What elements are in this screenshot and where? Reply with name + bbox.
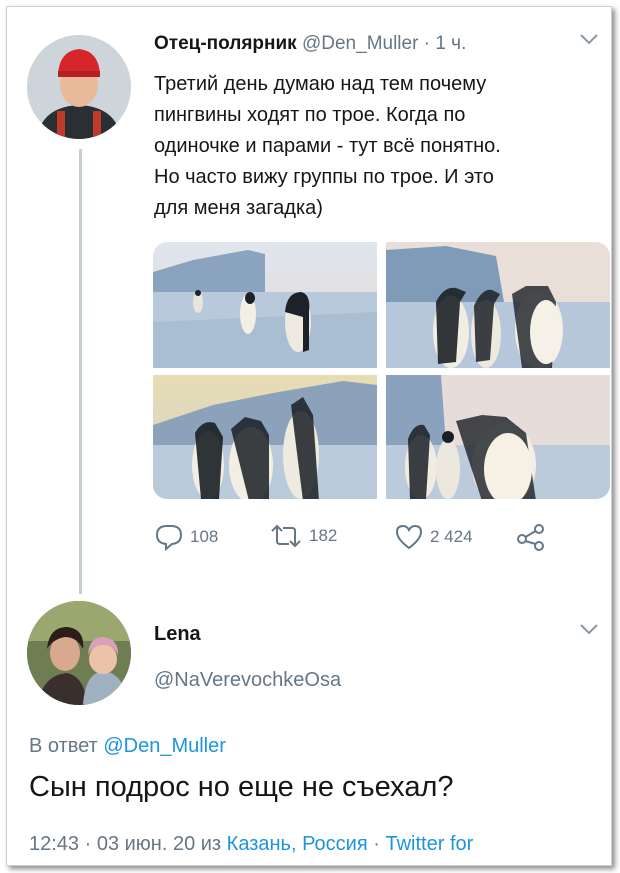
heart-icon[interactable]	[394, 523, 424, 551]
replying-to: В ответ @Den_Muller	[29, 735, 226, 758]
reply-to-link[interactable]: @Den_Muller	[103, 735, 226, 757]
photo-grid	[153, 242, 610, 499]
location-link[interactable]: Казань, Россия	[227, 833, 368, 855]
like-count: 2 424	[430, 527, 473, 546]
author-handle[interactable]: @Den_Muller	[302, 33, 418, 54]
photo-3[interactable]	[153, 375, 377, 499]
reply-timestamp[interactable]: 12:43 · 03 июн. 20 из	[29, 833, 221, 855]
like-action[interactable]: 2 424	[394, 523, 473, 551]
tweet-header: Отец-полярник @Den_Muller · 1 ч.	[154, 33, 466, 55]
thread-line	[79, 149, 82, 594]
reply-author-handle[interactable]: @NaVerevochkeOsa	[154, 669, 341, 692]
retweet-icon[interactable]	[269, 523, 303, 549]
tweet-time[interactable]: · 1 ч.	[424, 33, 467, 54]
reply-text: Сын подрос но еще не съехал?	[29, 771, 454, 803]
meta-separator: ·	[373, 833, 380, 855]
photo-2[interactable]	[386, 242, 610, 368]
share-icon[interactable]	[516, 523, 546, 551]
tweet-text: Третий день думаю над тем почему пингвин…	[154, 73, 501, 219]
reply-prefix: В ответ	[29, 735, 98, 757]
reply-count: 108	[190, 527, 219, 546]
author-name[interactable]: Отец-полярник	[154, 33, 297, 54]
reply-author-name[interactable]: Lena	[154, 623, 201, 646]
author-avatar[interactable]	[27, 35, 131, 139]
tweet-actions: 108 182 2 424	[154, 523, 574, 553]
client-link[interactable]: Twitter for	[385, 833, 473, 855]
reply-author-avatar[interactable]	[27, 601, 131, 705]
photo-1[interactable]	[153, 242, 377, 368]
reply-action[interactable]: 108	[154, 523, 218, 551]
comment-icon[interactable]	[154, 523, 184, 551]
photo-4[interactable]	[386, 375, 610, 499]
retweet-action[interactable]: 182	[269, 523, 337, 549]
share-action[interactable]	[516, 523, 546, 551]
reply-meta: 12:43 · 03 июн. 20 из Казань, Россия · T…	[29, 833, 473, 856]
retweet-count: 182	[309, 526, 338, 545]
chevron-down-icon[interactable]	[579, 29, 599, 52]
chevron-down-icon[interactable]	[579, 619, 599, 642]
tweet-card: Отец-полярник @Den_Muller · 1 ч. Третий …	[6, 6, 612, 866]
